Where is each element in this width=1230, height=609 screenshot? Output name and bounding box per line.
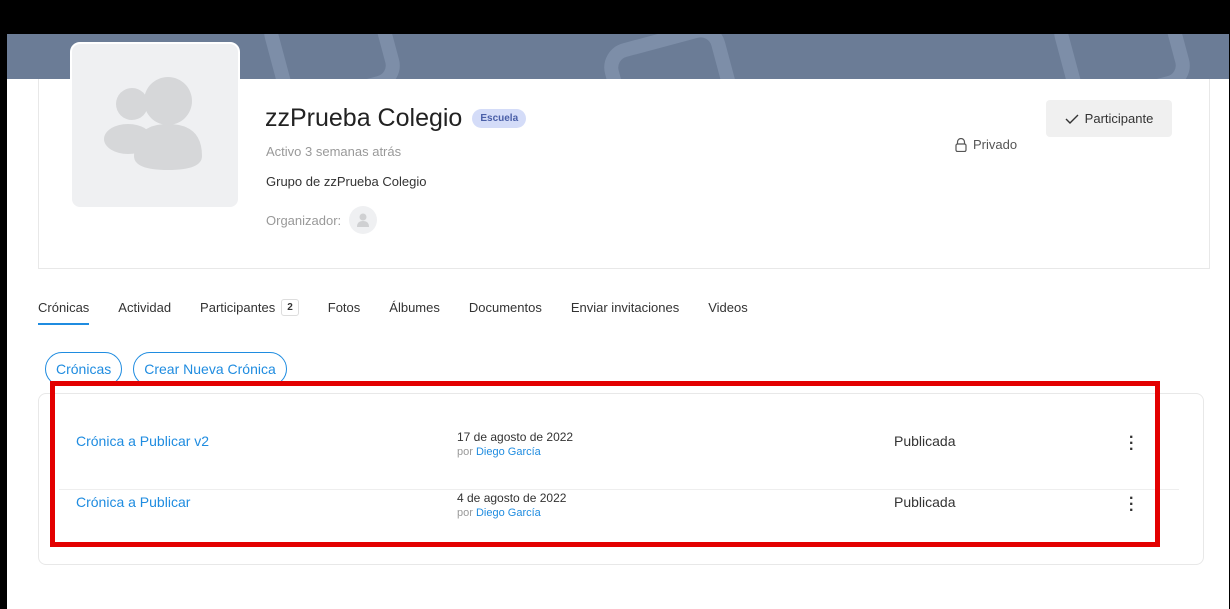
privacy-label: Privado bbox=[973, 137, 1018, 152]
tab-label: Documentos bbox=[468, 300, 542, 315]
post-author-line: por Diego García bbox=[457, 446, 541, 458]
organizer-avatar[interactable] bbox=[349, 206, 378, 234]
organizer-label: Organizador: bbox=[266, 212, 342, 228]
tab-label: Actividad bbox=[118, 300, 172, 315]
list-item[interactable]: Crónica a Publicar v2 17 de agosto de 20… bbox=[59, 429, 1179, 490]
group-type-badge: Escuela bbox=[472, 109, 527, 128]
group-placeholder-icon bbox=[104, 77, 202, 170]
tab-fotos[interactable]: Fotos bbox=[328, 299, 361, 316]
post-author-line: por Diego García bbox=[457, 507, 541, 519]
more-options-icon[interactable]: · · · bbox=[1129, 430, 1134, 458]
participant-button[interactable]: Participante bbox=[1046, 100, 1172, 137]
tab-label: Participantes bbox=[200, 300, 276, 315]
group-title-row: zzPrueba Colegio Escuela bbox=[265, 104, 527, 133]
tab-documentos[interactable]: Documentos bbox=[469, 299, 542, 316]
page-frame: zzPrueba Colegio Escuela Activo 3 semana… bbox=[7, 34, 1229, 609]
lock-icon bbox=[955, 137, 967, 152]
tab-label: Álbumes bbox=[389, 300, 440, 315]
last-active: Activo 3 semanas atrás bbox=[266, 144, 402, 159]
list-item[interactable]: Crónica a Publicar 4 de agosto de 2022 p… bbox=[59, 490, 1179, 550]
by-label: por bbox=[457, 507, 473, 519]
tab-label: Videos bbox=[708, 300, 748, 315]
cronicas-list: Crónica a Publicar v2 17 de agosto de 20… bbox=[38, 393, 1204, 565]
author-link[interactable]: Diego García bbox=[476, 446, 541, 458]
author-link[interactable]: Diego García bbox=[476, 507, 541, 519]
post-status: Publicada bbox=[894, 494, 956, 510]
tab-participantes[interactable]: Participantes 2 bbox=[200, 299, 299, 316]
group-name: zzPrueba Colegio bbox=[265, 104, 463, 132]
post-title-link[interactable]: Crónica a Publicar bbox=[76, 494, 190, 510]
participants-count: 2 bbox=[281, 299, 299, 316]
post-status: Publicada bbox=[894, 433, 956, 449]
user-icon bbox=[357, 213, 370, 227]
participant-button-label: Participante bbox=[1084, 111, 1154, 126]
group-avatar bbox=[70, 42, 240, 209]
group-tabs: Crónicas Actividad Participantes 2 Fotos … bbox=[38, 299, 777, 325]
tab-label: Crónicas bbox=[38, 300, 90, 315]
post-date: 17 de agosto de 2022 bbox=[457, 430, 574, 444]
tab-videos[interactable]: Videos bbox=[708, 299, 748, 316]
tab-actividad[interactable]: Actividad bbox=[118, 299, 171, 316]
check-icon bbox=[1065, 114, 1079, 124]
group-description: Grupo de zzPrueba Colegio bbox=[266, 174, 427, 189]
tab-cronicas[interactable]: Crónicas bbox=[38, 299, 90, 325]
organizer: Organizador: bbox=[266, 206, 378, 234]
tab-enviar-invitaciones[interactable]: Enviar invitaciones bbox=[571, 299, 679, 316]
tab-label: Fotos bbox=[327, 300, 361, 315]
privacy-status: Privado bbox=[954, 137, 1017, 152]
post-date: 4 de agosto de 2022 bbox=[457, 491, 567, 505]
by-label: por bbox=[457, 446, 473, 458]
create-cronica-button[interactable]: Crear Nueva Crónica bbox=[133, 352, 287, 386]
cronicas-subnav: Crónicas Crear Nueva Crónica bbox=[45, 352, 287, 386]
tab-label: Enviar invitaciones bbox=[570, 300, 680, 315]
cronicas-button[interactable]: Crónicas bbox=[45, 352, 123, 386]
more-options-icon[interactable]: · · · bbox=[1129, 491, 1134, 519]
post-title-link[interactable]: Crónica a Publicar v2 bbox=[76, 433, 209, 449]
tab-albumes[interactable]: Álbumes bbox=[389, 299, 440, 316]
